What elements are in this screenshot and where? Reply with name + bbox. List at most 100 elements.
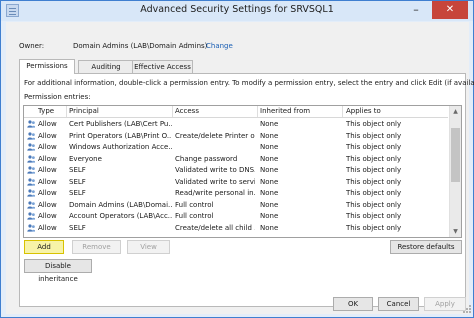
- cell-principal: Print Operators (LAB\Print O...: [69, 131, 172, 140]
- close-button[interactable]: ✕: [432, 1, 468, 19]
- column-header-applies-to[interactable]: Applies to: [346, 107, 381, 115]
- table-row[interactable]: Allow SELF Validated write to DNS... None Th…: [24, 164, 448, 176]
- cell-applies-to: This object only: [346, 143, 402, 151]
- cell-type: Allow: [38, 177, 57, 186]
- change-owner-link[interactable]: Change: [206, 42, 233, 50]
- cell-applies-to: This object only: [346, 223, 402, 232]
- cell-type: Allow: [38, 120, 57, 128]
- cell-access: Create/delete all child ...: [175, 223, 255, 232]
- scroll-down-arrow-icon[interactable]: ▼: [450, 226, 461, 237]
- table-row[interactable]: Allow SELF Validated write to servi... None…: [24, 176, 448, 188]
- cell-access: Validated write to servi...: [175, 177, 255, 186]
- table-row[interactable]: Allow Print Operators (LAB\Print O... Crea…: [24, 130, 448, 142]
- scrollbar-thumb[interactable]: [451, 128, 460, 182]
- cell-principal: Windows Authorization Acce...: [69, 143, 172, 151]
- cell-principal: SELF: [69, 189, 86, 197]
- cell-principal: Cert Publishers (LAB\Cert Pu...: [69, 120, 172, 128]
- users-icon: [27, 200, 35, 209]
- scroll-up-arrow-icon[interactable]: ▲: [450, 106, 461, 117]
- cell-type: Allow: [38, 154, 57, 163]
- cell-applies-to: This object only: [346, 189, 402, 197]
- cell-applies-to: This object only: [346, 200, 402, 209]
- cell-access: Full control: [175, 212, 214, 220]
- cell-type: Allow: [38, 212, 57, 220]
- users-icon: [27, 131, 35, 140]
- permission-entries-list[interactable]: Type Principal Access Inherited from App…: [23, 105, 462, 238]
- cell-principal: Domain Admins (LAB\Domai...: [69, 200, 172, 209]
- cell-applies-to: This object only: [346, 166, 402, 174]
- restore-defaults-button[interactable]: Restore defaults: [390, 240, 462, 254]
- disable-inheritance-button[interactable]: Disable inheritance: [24, 259, 92, 283]
- cell-type: Allow: [38, 143, 57, 151]
- users-icon: [27, 154, 35, 163]
- table-row[interactable]: Allow SELF Read/write personal in... None Th…: [24, 187, 448, 199]
- add-button[interactable]: Add: [24, 240, 64, 254]
- advanced-security-settings-window: Advanced Security Settings for SRVSQL1 –…: [0, 0, 474, 318]
- resize-grip-icon[interactable]: [463, 305, 471, 313]
- cell-type: Allow: [38, 189, 57, 197]
- table-row[interactable]: Allow Windows Authorization Acce... None Th…: [24, 141, 448, 153]
- cell-inherited-from: None: [260, 154, 279, 163]
- cell-inherited-from: None: [260, 177, 279, 186]
- users-icon: [27, 177, 35, 186]
- permission-entries-label: Permission entries:: [24, 93, 91, 101]
- list-header: Type Principal Access Inherited from App…: [24, 106, 448, 118]
- cell-principal: Everyone: [69, 154, 102, 163]
- cell-applies-to: This object only: [346, 131, 402, 140]
- cell-type: Allow: [38, 166, 57, 174]
- cell-inherited-from: None: [260, 131, 279, 140]
- minimize-button[interactable]: –: [405, 1, 427, 19]
- dialog-body: Owner: Domain Admins (LAB\Domain Admins)…: [6, 22, 474, 314]
- users-icon: [27, 223, 35, 232]
- cell-principal: SELF: [69, 223, 86, 232]
- apply-button[interactable]: Apply: [424, 297, 466, 311]
- table-row[interactable]: Allow Account Operators (LAB\Acc... Full c…: [24, 210, 448, 222]
- cell-inherited-from: None: [260, 120, 279, 128]
- cell-applies-to: This object only: [346, 212, 402, 220]
- column-header-access[interactable]: Access: [175, 107, 199, 115]
- title-bar[interactable]: Advanced Security Settings for SRVSQL1 –…: [1, 1, 473, 21]
- users-icon: [27, 166, 35, 174]
- permissions-panel: For additional information, double-click…: [19, 73, 474, 307]
- cell-principal: Account Operators (LAB\Acc...: [69, 212, 172, 220]
- remove-button[interactable]: Remove: [72, 240, 121, 254]
- tab-effective-access[interactable]: Effective Access: [132, 60, 193, 73]
- cell-access: Read/write personal in...: [175, 189, 255, 197]
- column-header-inherited-from[interactable]: Inherited from: [260, 107, 310, 115]
- cell-inherited-from: None: [260, 189, 279, 197]
- cell-access: Full control: [175, 200, 214, 209]
- list-scrollbar[interactable]: ▲ ▼: [449, 106, 461, 237]
- owner-label: Owner:: [19, 42, 45, 50]
- ok-button[interactable]: OK: [333, 297, 373, 311]
- cell-type: Allow: [38, 131, 57, 140]
- tab-permissions[interactable]: Permissions: [19, 59, 75, 74]
- cell-access: Create/delete Printer o...: [175, 131, 255, 140]
- users-icon: [27, 189, 35, 197]
- cell-inherited-from: None: [260, 200, 279, 209]
- table-row[interactable]: Allow Everyone Change password None This obj…: [24, 153, 448, 165]
- cell-inherited-from: None: [260, 212, 279, 220]
- users-icon: [27, 120, 35, 128]
- column-header-type[interactable]: Type: [38, 107, 54, 115]
- cell-inherited-from: None: [260, 223, 279, 232]
- tab-auditing[interactable]: Auditing: [78, 60, 134, 73]
- table-row[interactable]: Allow Domain Admins (LAB\Domai... Full con…: [24, 199, 448, 211]
- cell-type: Allow: [38, 223, 57, 232]
- cell-inherited-from: None: [260, 166, 279, 174]
- window-title: Advanced Security Settings for SRVSQL1: [140, 4, 334, 15]
- permissions-info-text: For additional information, double-click…: [24, 79, 474, 87]
- cell-principal: SELF: [69, 177, 86, 186]
- cell-applies-to: This object only: [346, 120, 402, 128]
- view-button[interactable]: View: [127, 240, 170, 254]
- cell-type: Allow: [38, 200, 57, 209]
- cell-access: Change password: [175, 154, 238, 163]
- table-row[interactable]: Allow Cert Publishers (LAB\Cert Pu... None…: [24, 118, 448, 130]
- users-icon: [27, 143, 35, 151]
- cell-principal: SELF: [69, 166, 86, 174]
- cell-applies-to: This object only: [346, 154, 402, 163]
- cell-applies-to: This object only: [346, 177, 402, 186]
- cancel-button[interactable]: Cancel: [378, 297, 419, 311]
- column-header-principal[interactable]: Principal: [69, 107, 99, 115]
- table-row[interactable]: Allow SELF Create/delete all child ... None…: [24, 222, 448, 234]
- cell-inherited-from: None: [260, 143, 279, 151]
